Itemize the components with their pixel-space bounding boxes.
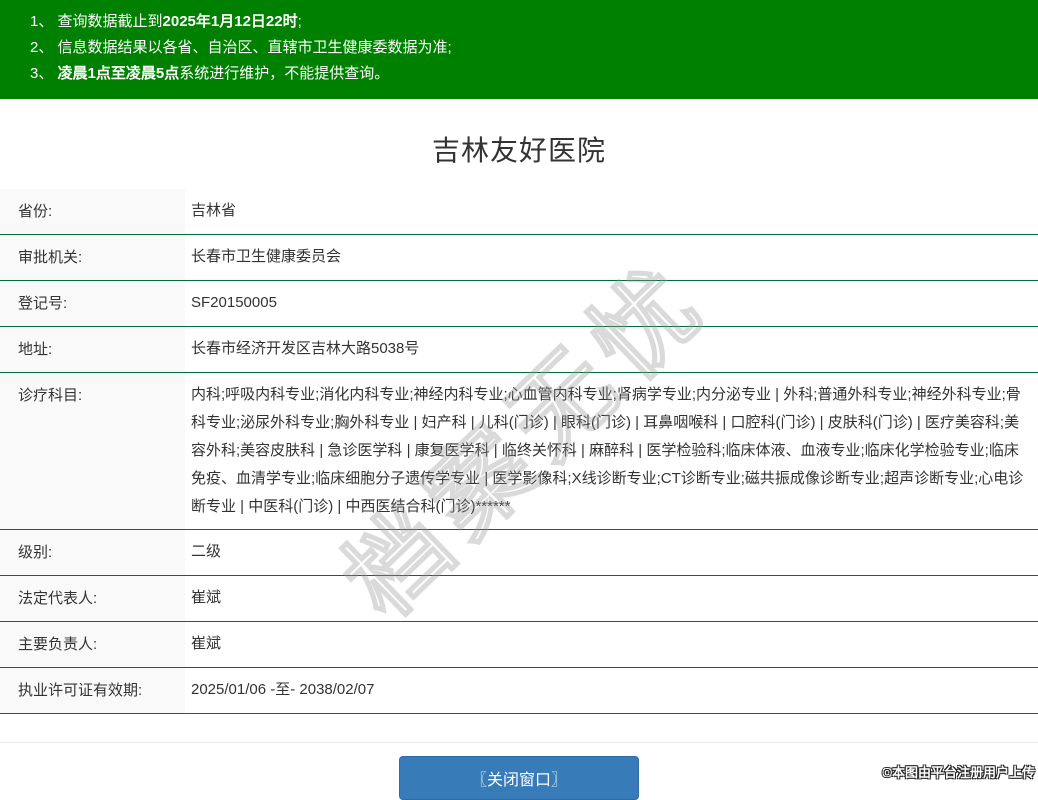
hospital-name-title: 吉林友好医院 bbox=[431, 135, 606, 166]
field-label: 地址: bbox=[0, 327, 185, 372]
field-label: 省份: bbox=[0, 189, 185, 234]
table-row: 执业许可证有效期: 2025/01/06 -至- 2038/02/07 bbox=[0, 668, 1038, 714]
field-label: 主要负责人: bbox=[0, 622, 185, 667]
notice-item: 2、 信息数据结果以各省、自治区、直辖市卫生健康委数据为准; bbox=[30, 39, 452, 56]
field-label: 审批机关: bbox=[0, 235, 185, 280]
table-row: 主要负责人: 崔斌 bbox=[0, 622, 1038, 668]
table-row: 地址: 长春市经济开发区吉林大路5038号 bbox=[0, 327, 1038, 373]
notice-item: 3、 凌晨1点至凌晨5点系统进行维护，不能提供查询。 bbox=[30, 65, 390, 82]
field-value: 崔斌 bbox=[191, 635, 222, 652]
field-label: 法定代表人: bbox=[0, 576, 185, 621]
table-row: 登记号: SF20150005 bbox=[0, 281, 1038, 327]
field-value: 2025/01/06 -至- 2038/02/07 bbox=[191, 681, 375, 698]
table-row: 省份: 吉林省 bbox=[0, 189, 1038, 235]
table-row: 审批机关: 长春市卫生健康委员会 bbox=[0, 235, 1038, 281]
field-value: 长春市卫生健康委员会 bbox=[191, 248, 342, 265]
field-value: 二级 bbox=[191, 543, 222, 560]
field-label: 诊疗科目: bbox=[0, 373, 185, 529]
table-row: 法定代表人: 崔斌 bbox=[0, 576, 1038, 622]
license-query-page: 1、 查询数据截止到2025年1月12日22时; 2、 信息数据结果以各省、自治区… bbox=[0, 0, 1038, 800]
field-value: 内科;呼吸内科专业;消化内科专业;神经内科专业;心血管内科专业;肾病学专业;内分… bbox=[191, 386, 1024, 515]
field-value: SF20150005 bbox=[191, 294, 277, 311]
field-value: 崔斌 bbox=[191, 589, 222, 606]
notice-item: 1、 查询数据截止到2025年1月12日22时; bbox=[30, 13, 302, 30]
table-row: 诊疗科目: 内科;呼吸内科专业;消化内科专业;神经内科专业;心血管内科专业;肾病学… bbox=[0, 373, 1038, 530]
close-window-button[interactable]: 〖关闭窗口〗 bbox=[399, 756, 639, 800]
field-label: 登记号: bbox=[0, 281, 185, 326]
field-value: 长春市经济开发区吉林大路5038号 bbox=[191, 340, 420, 357]
table-row: 级别: 二级 bbox=[0, 530, 1038, 576]
notice-list: 1、 查询数据截止到2025年1月12日22时; 2、 信息数据结果以各省、自治区… bbox=[30, 9, 1038, 87]
hospital-info-table: 省份: 吉林省 审批机关: 长春市卫生健康委员会 登记号: SF20150005 地址: 长春… bbox=[0, 189, 1038, 714]
field-label: 执业许可证有效期: bbox=[0, 668, 185, 713]
notice-banner: 1、 查询数据截止到2025年1月12日22时; 2、 信息数据结果以各省、自治区… bbox=[0, 0, 1038, 99]
field-label: 级别: bbox=[0, 530, 185, 575]
field-value: 吉林省 bbox=[191, 202, 237, 219]
footer-bar: 〖关闭窗口〗 bbox=[0, 742, 1038, 800]
